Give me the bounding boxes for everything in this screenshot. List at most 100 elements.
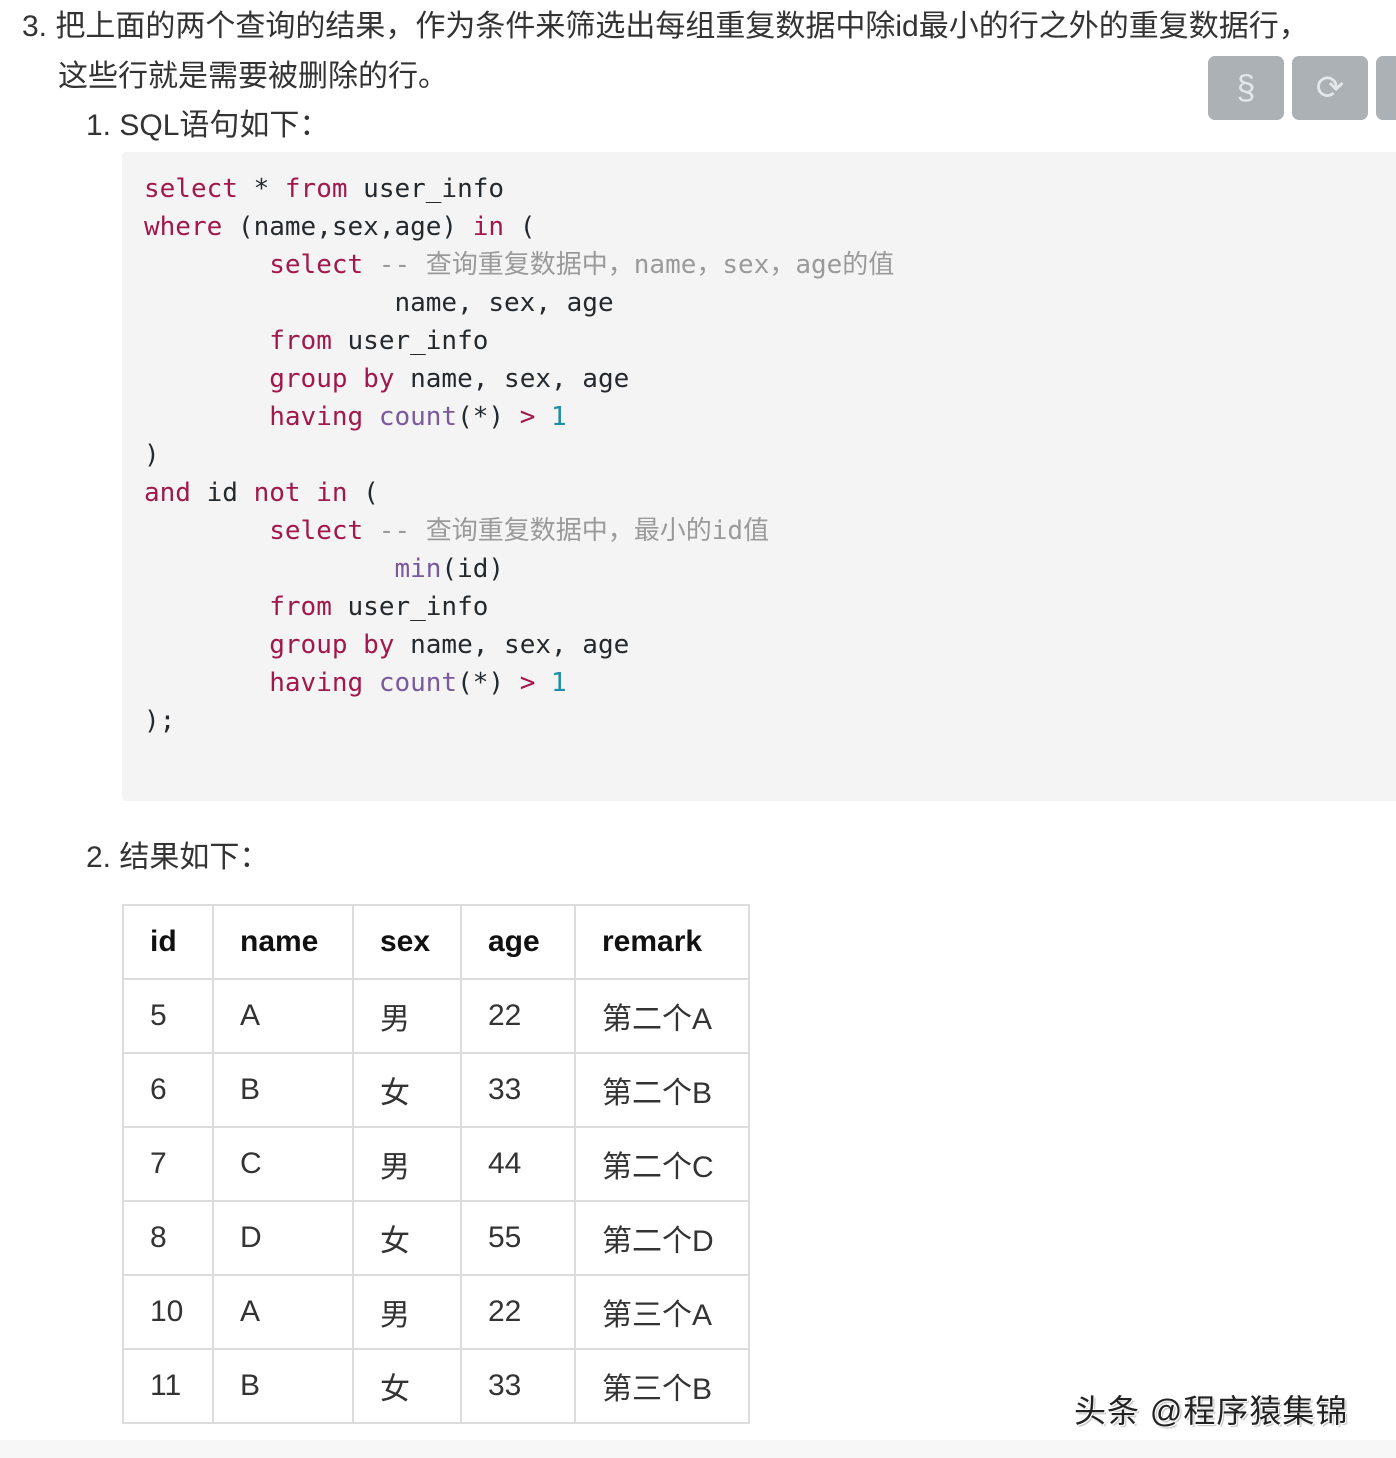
- cell-remark: 第二个B: [574, 1052, 750, 1128]
- keyword: select: [144, 174, 238, 204]
- code-line: group by name, sex, age: [144, 630, 629, 660]
- number-literal: 1: [551, 402, 567, 432]
- cell-id: 6: [122, 1052, 214, 1128]
- cell-sex: 男: [352, 1126, 462, 1202]
- keyword: where: [144, 212, 223, 242]
- table-row: 5 A 男 22 第二个A: [122, 978, 750, 1054]
- code-text: name, sex, age: [394, 364, 630, 394]
- code-text: user_info: [331, 326, 489, 356]
- code-line: );: [144, 706, 175, 736]
- more-button[interactable]: [1376, 56, 1396, 120]
- function-name: count: [378, 668, 458, 698]
- code-line: select -- 查询重复数据中，name，sex，age的值: [144, 250, 894, 280]
- function-name: count: [378, 402, 458, 432]
- code-line: from user_info: [144, 592, 488, 622]
- cell-sex: 女: [352, 1348, 462, 1424]
- code-line: ): [144, 440, 160, 470]
- code-text: (*): [457, 668, 520, 698]
- cell-sex: 男: [352, 1274, 462, 1350]
- substep2-heading: 2. 结果如下：: [86, 834, 269, 882]
- keyword: not in: [253, 478, 348, 508]
- section-link-button[interactable]: §: [1208, 56, 1284, 120]
- sql-code-block: select * from user_info where (name,sex,…: [122, 152, 1396, 801]
- table-row: 8 D 女 55 第二个D: [122, 1200, 750, 1276]
- table-row: 10 A 男 22 第三个A: [122, 1274, 750, 1350]
- bottom-strip: [0, 1440, 1396, 1458]
- keyword: from: [269, 592, 332, 622]
- keyword: select: [269, 516, 364, 546]
- code-line: group by name, sex, age: [144, 364, 629, 394]
- cell-id: 10: [122, 1274, 214, 1350]
- keyword: having: [269, 402, 364, 432]
- function-name: min: [394, 554, 442, 584]
- table-row: 7 C 男 44 第二个C: [122, 1126, 750, 1202]
- cell-id: 8: [122, 1200, 214, 1276]
- keyword: select: [269, 250, 364, 280]
- cell-age: 33: [460, 1348, 576, 1424]
- step3-description: 把上面的两个查询的结果，作为条件来筛选出每组重复数据中除id最小的行之外的重复数…: [55, 10, 1309, 43]
- cell-name: C: [212, 1126, 354, 1202]
- cell-name: B: [212, 1052, 354, 1128]
- operator: *: [237, 174, 285, 204]
- cell-age: 44: [460, 1126, 576, 1202]
- refresh-button[interactable]: ⟳: [1292, 56, 1368, 120]
- substep1-number: 1.: [86, 109, 112, 142]
- cell-name: D: [212, 1200, 354, 1276]
- keyword: in: [472, 212, 505, 242]
- substep1-heading: 1. SQL语句如下：: [86, 102, 329, 150]
- code-text: user_info: [331, 592, 489, 622]
- cell-id: 11: [122, 1348, 214, 1424]
- keyword: group by: [269, 364, 395, 394]
- keyword: group by: [269, 630, 395, 660]
- code-line: having count(*) > 1: [144, 668, 567, 698]
- sql-code: select * from user_info where (name,sex,…: [144, 170, 894, 740]
- code-line: select -- 查询重复数据中，最小的id值: [144, 516, 769, 546]
- cell-sex: 男: [352, 978, 462, 1054]
- code-text: (name,sex,age): [222, 212, 473, 242]
- cell-name: A: [212, 1274, 354, 1350]
- table-row: 6 B 女 33 第二个B: [122, 1052, 750, 1128]
- code-line: min(id): [144, 554, 504, 584]
- table-row: 11 B 女 33 第三个B: [122, 1348, 750, 1424]
- cell-remark: 第三个B: [574, 1348, 750, 1424]
- code-line: from user_info: [144, 326, 488, 356]
- cell-id: 7: [122, 1126, 214, 1202]
- cell-age: 55: [460, 1200, 576, 1276]
- operator: >: [519, 668, 536, 698]
- keyword: from: [269, 326, 332, 356]
- code-line: and id not in (: [144, 478, 379, 508]
- header-remark: remark: [574, 904, 750, 980]
- cell-remark: 第二个D: [574, 1200, 750, 1276]
- code-line: name, sex, age: [144, 288, 614, 318]
- code-line: where (name,sex,age) in (: [144, 212, 535, 242]
- header-name: name: [212, 904, 354, 980]
- header-id: id: [122, 904, 214, 980]
- refresh-icon: ⟳: [1315, 69, 1345, 107]
- header-age: age: [460, 904, 576, 980]
- section-icon: §: [1236, 68, 1256, 107]
- code-text: user_info: [347, 174, 505, 204]
- code-text: id: [190, 478, 254, 508]
- table-header-row: id name sex age remark: [122, 904, 750, 980]
- keyword: having: [269, 668, 364, 698]
- code-comment: -- 查询重复数据中，name，sex，age的值: [363, 250, 895, 280]
- code-text: (: [504, 212, 536, 242]
- substep2-number: 2.: [86, 841, 112, 874]
- cell-age: 22: [460, 978, 576, 1054]
- cell-sex: 女: [352, 1052, 462, 1128]
- keyword: and: [144, 478, 191, 508]
- code-text: name, sex, age: [144, 288, 614, 318]
- header-sex: sex: [352, 904, 462, 980]
- number-literal: 1: [551, 668, 567, 698]
- substep2-label: 结果如下：: [119, 841, 270, 874]
- keyword: from: [284, 174, 348, 204]
- cell-remark: 第二个A: [574, 978, 750, 1054]
